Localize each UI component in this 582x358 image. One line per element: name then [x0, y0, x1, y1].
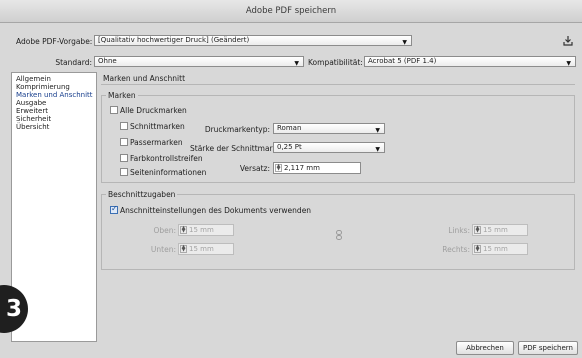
bleed-right-label: Rechts:: [442, 245, 470, 254]
compat-select[interactable]: Acrobat 5 (PDF 1.4) ▼: [364, 56, 576, 67]
mark-type-select[interactable]: Roman ▼: [273, 123, 385, 134]
standard-value: Ohne: [98, 57, 117, 65]
color-bars-checkbox[interactable]: [120, 154, 128, 162]
chevron-down-icon: ▼: [294, 60, 299, 67]
bleed-top-label: Oben:: [153, 226, 176, 235]
stepper-icon[interactable]: ▲ ▼: [275, 164, 282, 172]
bleed-bottom-field[interactable]: ▲ ▼ 15 mm: [178, 243, 234, 255]
window-title: Adobe PDF speichern: [0, 0, 582, 23]
page-info-checkbox[interactable]: [120, 168, 128, 176]
standard-select[interactable]: Ohne ▼: [94, 56, 304, 67]
all-marks-label: Alle Druckmarken: [120, 106, 187, 115]
stepper-icon: ▲ ▼: [180, 225, 187, 234]
stepper-icon: ▲ ▼: [180, 244, 187, 253]
stepper-icon: ▲ ▼: [474, 244, 481, 253]
chevron-down-icon: ▼: [566, 60, 571, 67]
standard-label: Standard:: [55, 58, 92, 67]
crop-marks-label: Schnittmarken: [130, 122, 185, 131]
preset-select[interactable]: [Qualitativ hochwertiger Druck] (Geänder…: [94, 35, 412, 46]
mark-weight-label: Stärke der Schnittmarke:: [190, 144, 284, 153]
chevron-down-icon: ▼: [375, 127, 380, 134]
bleed-top-field[interactable]: ▲ ▼ 15 mm: [178, 224, 234, 236]
bleed-left-value: 15 mm: [483, 226, 508, 234]
stepper-icon: ▲ ▼: [474, 225, 481, 234]
compat-value: Acrobat 5 (PDF 1.4): [368, 57, 437, 65]
bleed-bottom-value: 15 mm: [189, 245, 214, 253]
preset-value: [Qualitativ hochwertiger Druck] (Geänder…: [98, 36, 250, 44]
bleed-left-field[interactable]: ▲ ▼ 15 mm: [472, 224, 528, 236]
offset-value: 2,117 mm: [284, 164, 320, 172]
chevron-down-icon: ▼: [402, 39, 407, 46]
heading-divider: [101, 84, 575, 85]
offset-field[interactable]: ▲ ▼ 2,117 mm: [273, 162, 361, 174]
bleed-right-value: 15 mm: [483, 245, 508, 253]
mark-type-label: Druckmarkentyp:: [204, 125, 270, 134]
mark-weight-value: 0,25 Pt: [277, 143, 302, 151]
offset-label: Versatz:: [239, 164, 270, 173]
save-pdf-button[interactable]: PDF speichern: [518, 341, 578, 355]
sidebar-item-erweitert[interactable]: Erweitert: [16, 107, 48, 115]
sidebar-item-marken-und-anschnitt[interactable]: Marken und Anschnitt: [16, 91, 93, 99]
use-doc-bleed-label: Anschnitteinstellungen des Dokuments ver…: [120, 206, 312, 215]
marks-group-title: Marken: [106, 91, 138, 100]
registration-marks-checkbox[interactable]: [120, 138, 128, 146]
chevron-down-icon: ▼: [375, 146, 380, 153]
sidebar-item-allgemein[interactable]: Allgemein: [16, 75, 51, 83]
crop-marks-checkbox[interactable]: [120, 122, 128, 130]
use-doc-bleed-checkbox[interactable]: [110, 204, 118, 214]
mark-weight-select[interactable]: 0,25 Pt ▼: [273, 142, 385, 153]
sidebar-item-ausgabe[interactable]: Ausgabe: [16, 99, 46, 107]
preset-label: Adobe PDF-Vorgabe:: [16, 37, 93, 46]
save-preset-icon[interactable]: [563, 35, 573, 46]
cancel-button[interactable]: Abbrechen: [456, 341, 514, 355]
chain-link-icon[interactable]: [335, 230, 343, 240]
bleed-left-label: Links:: [448, 226, 470, 235]
bleed-top-value: 15 mm: [189, 226, 214, 234]
bleed-right-field[interactable]: ▲ ▼ 15 mm: [472, 243, 528, 255]
sidebar-item-sicherheit[interactable]: Sicherheit: [16, 115, 51, 123]
bleed-bottom-label: Unten:: [150, 245, 176, 254]
bleed-group-title: Beschnittzugaben: [106, 190, 178, 199]
color-bars-label: Farbkontrollstreifen: [130, 154, 203, 163]
compat-label: Kompatibilität:: [308, 58, 363, 67]
sidebar-item-komprimierung[interactable]: Komprimierung: [16, 83, 70, 91]
sidebar-item-uebersicht[interactable]: Übersicht: [16, 123, 49, 131]
page-info-label: Seiteninformationen: [130, 168, 207, 177]
registration-marks-label: Passermarken: [130, 138, 183, 147]
mark-type-value: Roman: [277, 124, 302, 132]
panel-heading: Marken und Anschnitt: [103, 74, 186, 83]
all-marks-checkbox[interactable]: [110, 106, 118, 114]
